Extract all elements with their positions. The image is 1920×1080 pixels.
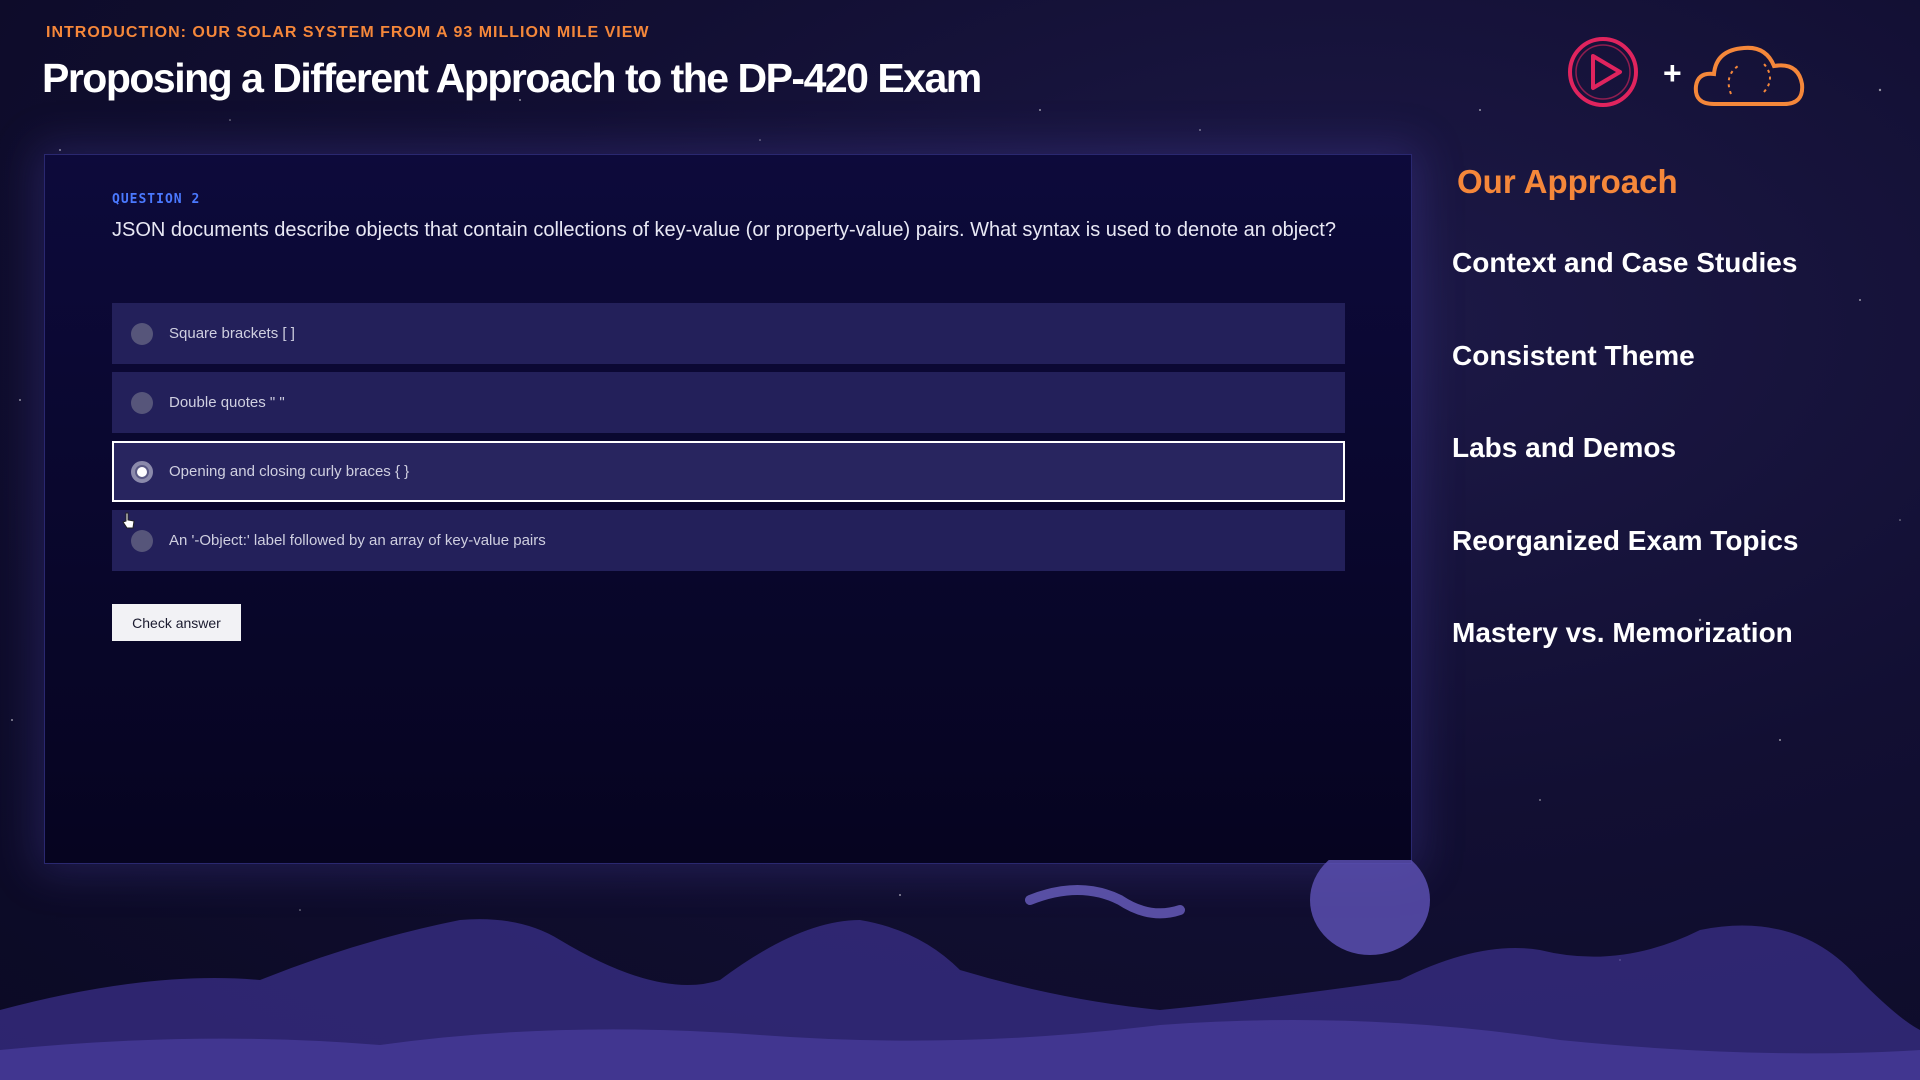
planet-landscape-illustration xyxy=(0,860,1920,1080)
check-answer-button[interactable]: Check answer xyxy=(112,604,241,641)
answer-option-label: Double quotes " " xyxy=(169,394,285,411)
approach-item: Consistent Theme xyxy=(1452,339,1695,371)
page-title: Proposing a Different Approach to the DP… xyxy=(42,55,982,101)
approach-item: Reorganized Exam Topics xyxy=(1452,524,1799,556)
radio-button[interactable] xyxy=(131,391,153,414)
approach-heading: Our Approach xyxy=(1457,163,1678,200)
radio-button[interactable] xyxy=(131,529,153,552)
answer-option-4[interactable]: An '-Object:' label followed by an array… xyxy=(112,510,1345,571)
answer-option-2[interactable]: Double quotes " " xyxy=(112,372,1345,433)
section-subtitle: INTRODUCTION: OUR SOLAR SYSTEM FROM A 93… xyxy=(46,24,650,41)
cloud-logo-icon xyxy=(1693,45,1805,106)
approach-item: Context and Case Studies xyxy=(1452,247,1798,278)
play-logo-icon xyxy=(1568,37,1638,107)
answer-options: Square brackets [ ] Double quotes " " Op… xyxy=(112,303,1345,579)
radio-button[interactable] xyxy=(131,322,153,345)
question-text: JSON documents describe objects that con… xyxy=(112,219,1336,241)
approach-item: Mastery vs. Memorization xyxy=(1452,617,1793,648)
question-number: QUESTION 2 xyxy=(112,192,201,207)
answer-option-label: Opening and closing curly braces { } xyxy=(169,463,410,480)
answer-option-label: Square brackets [ ] xyxy=(169,325,295,342)
answer-option-3[interactable]: Opening and closing curly braces { } xyxy=(112,441,1345,502)
approach-item: Labs and Demos xyxy=(1452,432,1677,463)
quiz-panel: QUESTION 2 JSON documents describe objec… xyxy=(44,154,1412,864)
radio-button-selected[interactable] xyxy=(131,460,153,483)
approach-list: Context and Case Studies Consistent Them… xyxy=(1452,247,1798,710)
answer-option-1[interactable]: Square brackets [ ] xyxy=(112,303,1345,364)
brand-logos: + xyxy=(1568,37,1805,107)
plus-icon: + xyxy=(1663,55,1682,91)
answer-option-label: An '-Object:' label followed by an array… xyxy=(169,532,546,549)
hand-cursor-icon xyxy=(122,512,135,529)
